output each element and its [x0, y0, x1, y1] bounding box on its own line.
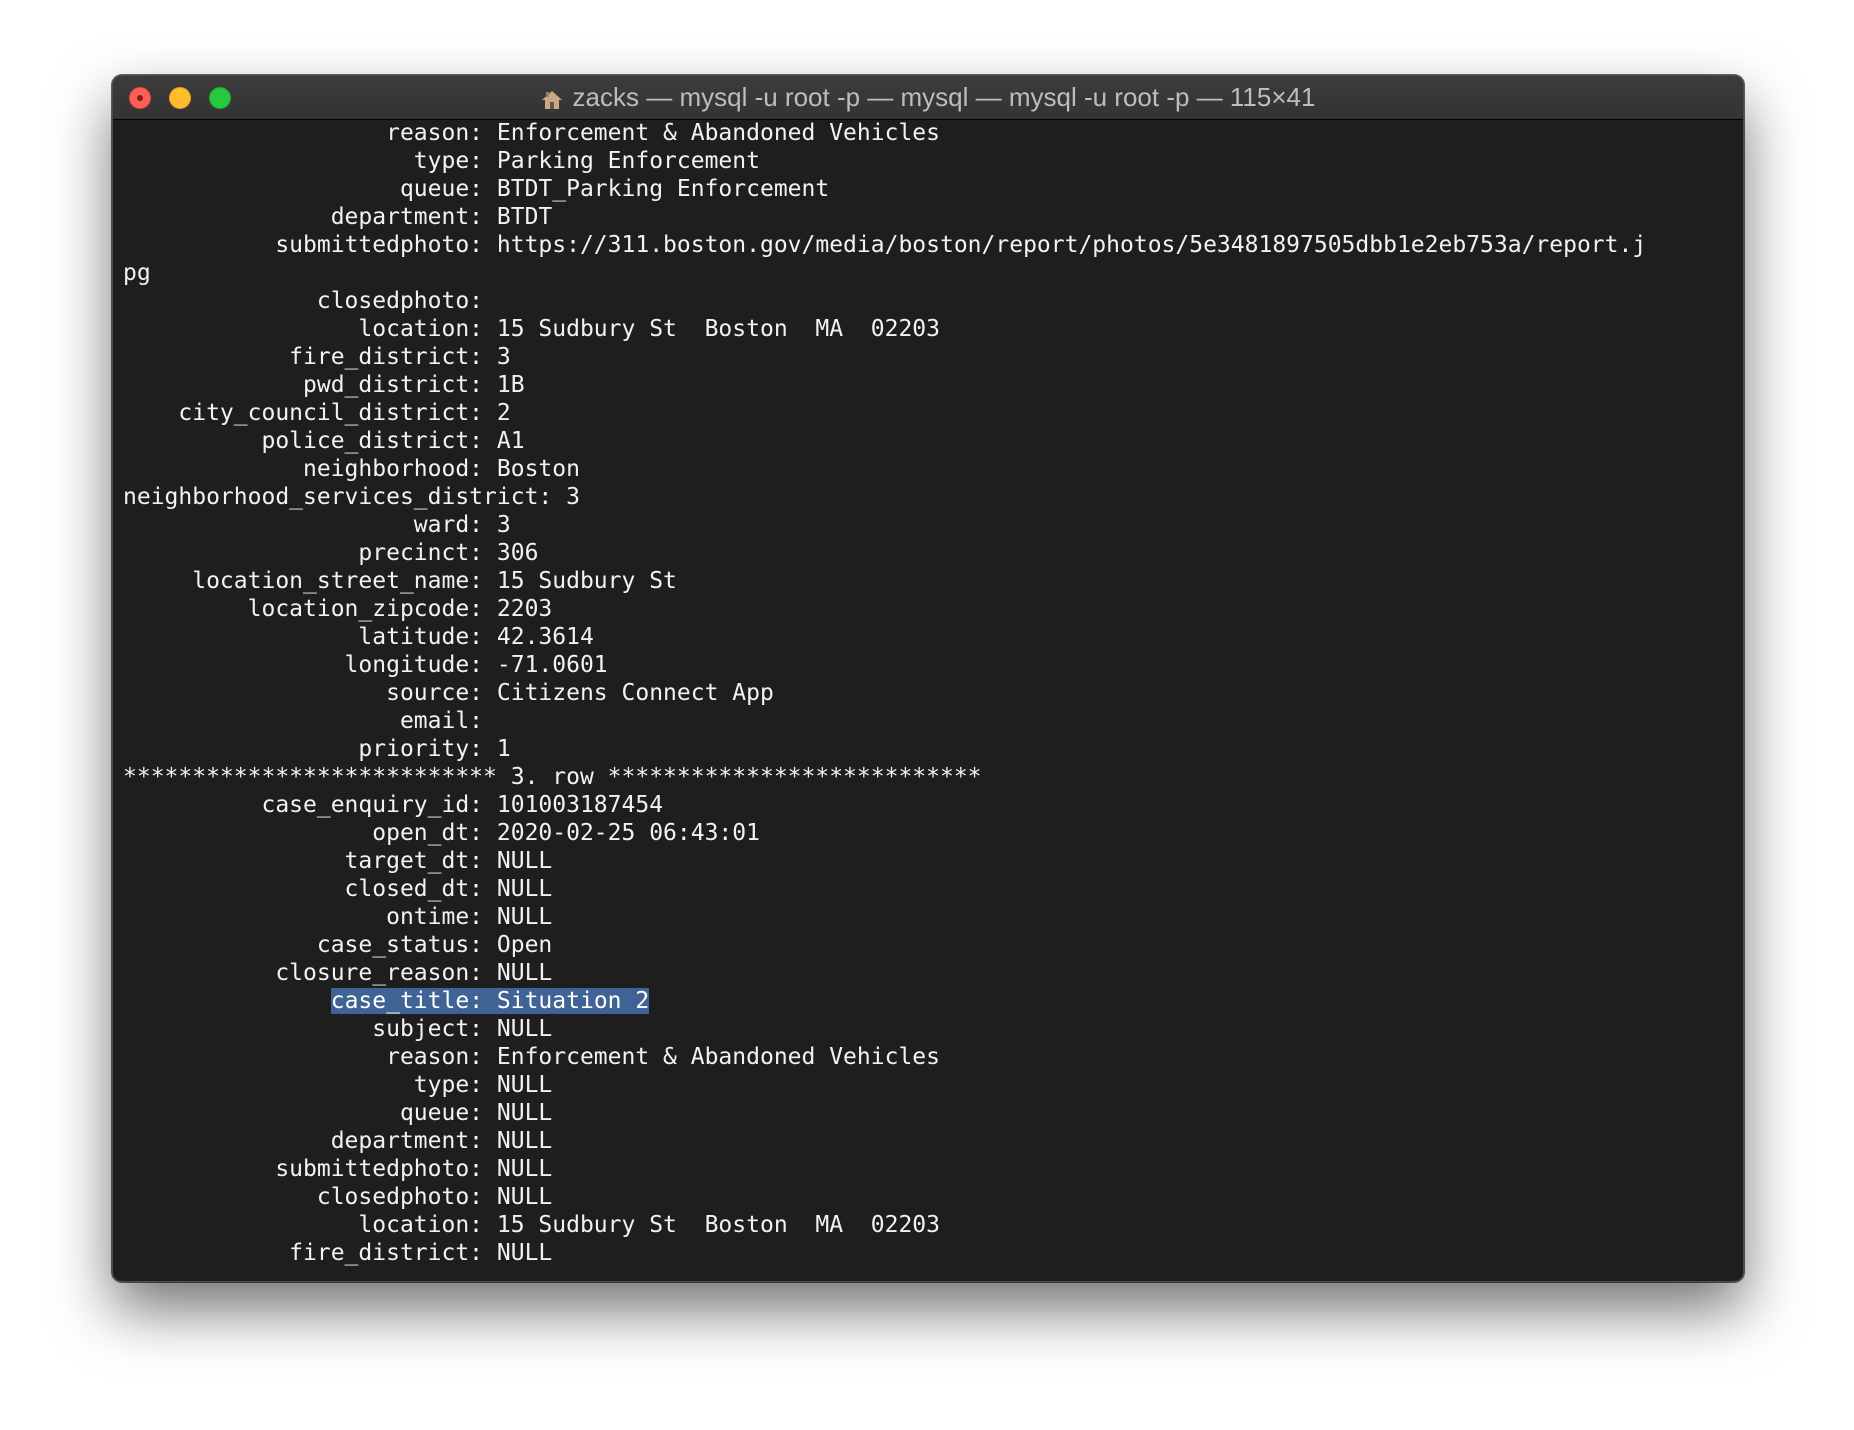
terminal-line: queue: NULL [123, 1100, 553, 1126]
terminal-line: closedphoto: NULL [123, 1184, 553, 1210]
selected-text: case_title: Situation 2 [330, 988, 650, 1014]
terminal-line: pwd_district: 1B [123, 372, 525, 398]
terminal-line: location_street_name: 15 Sudbury St [123, 568, 677, 594]
terminal-line: queue: BTDT_Parking Enforcement [123, 176, 830, 202]
terminal-window: zacks — mysql -u root -p — mysql — mysql… [112, 75, 1744, 1282]
terminal-line: ward: 3 [123, 512, 511, 538]
terminal-line: submittedphoto: https://311.boston.gov/m… [123, 232, 1647, 258]
house-icon [541, 87, 563, 109]
terminal-line: case_title: Situation 2 [123, 987, 1743, 1015]
terminal-line: closedphoto: [123, 288, 497, 314]
terminal-line: *************************** 3. row *****… [123, 764, 982, 790]
terminal-line: neighborhood: Boston [123, 456, 580, 482]
terminal-line: location_zipcode: 2203 [123, 596, 553, 622]
terminal-line: closed_dt: NULL [123, 876, 553, 902]
terminal-line: ontime: NULL [123, 904, 553, 930]
terminal-line: reason: Enforcement & Abandoned Vehicles [123, 120, 940, 146]
terminal-line: priority: 1 [123, 736, 511, 762]
terminal-line: source: Citizens Connect App [123, 680, 774, 706]
terminal-line: pg [123, 260, 151, 286]
terminal-line: case_enquiry_id: 101003187454 [123, 792, 664, 818]
window-title-wrap: zacks — mysql -u root -p — mysql — mysql… [113, 76, 1743, 119]
terminal-line: email: [123, 708, 497, 734]
title-bar[interactable]: zacks — mysql -u root -p — mysql — mysql… [113, 76, 1743, 120]
terminal-line: target_dt: NULL [123, 848, 553, 874]
terminal-line: city_council_district: 2 [123, 400, 511, 426]
terminal-line: case_status: Open [123, 932, 553, 958]
terminal-line: open_dt: 2020-02-25 06:43:01 [123, 820, 760, 846]
terminal-line-prefix [123, 988, 331, 1014]
terminal-line: closure_reason: NULL [123, 960, 553, 986]
terminal-line: type: NULL [123, 1072, 553, 1098]
terminal-line: location: 15 Sudbury St Boston MA 02203 [123, 1212, 940, 1238]
terminal-line: fire_district: NULL [123, 1240, 553, 1266]
terminal-line: neighborhood_services_district: 3 [123, 484, 580, 510]
terminal-line: submittedphoto: NULL [123, 1156, 553, 1182]
terminal-line: fire_district: 3 [123, 344, 511, 370]
terminal-line: department: BTDT [123, 204, 553, 230]
window-title: zacks — mysql -u root -p — mysql — mysql… [572, 82, 1316, 112]
terminal-line: location: 15 Sudbury St Boston MA 02203 [123, 316, 940, 342]
terminal-line: precinct: 306 [123, 540, 539, 566]
terminal-line: police_district: A1 [123, 428, 525, 454]
terminal-output[interactable]: reason: Enforcement & Abandoned Vehicles… [123, 119, 1743, 1281]
terminal-line: latitude: 42.3614 [123, 624, 594, 650]
terminal-line: subject: NULL [123, 1016, 553, 1042]
terminal-line: reason: Enforcement & Abandoned Vehicles [123, 1044, 940, 1070]
terminal-line: type: Parking Enforcement [123, 148, 760, 174]
terminal-line: department: NULL [123, 1128, 553, 1154]
terminal-line: longitude: -71.0601 [123, 652, 608, 678]
